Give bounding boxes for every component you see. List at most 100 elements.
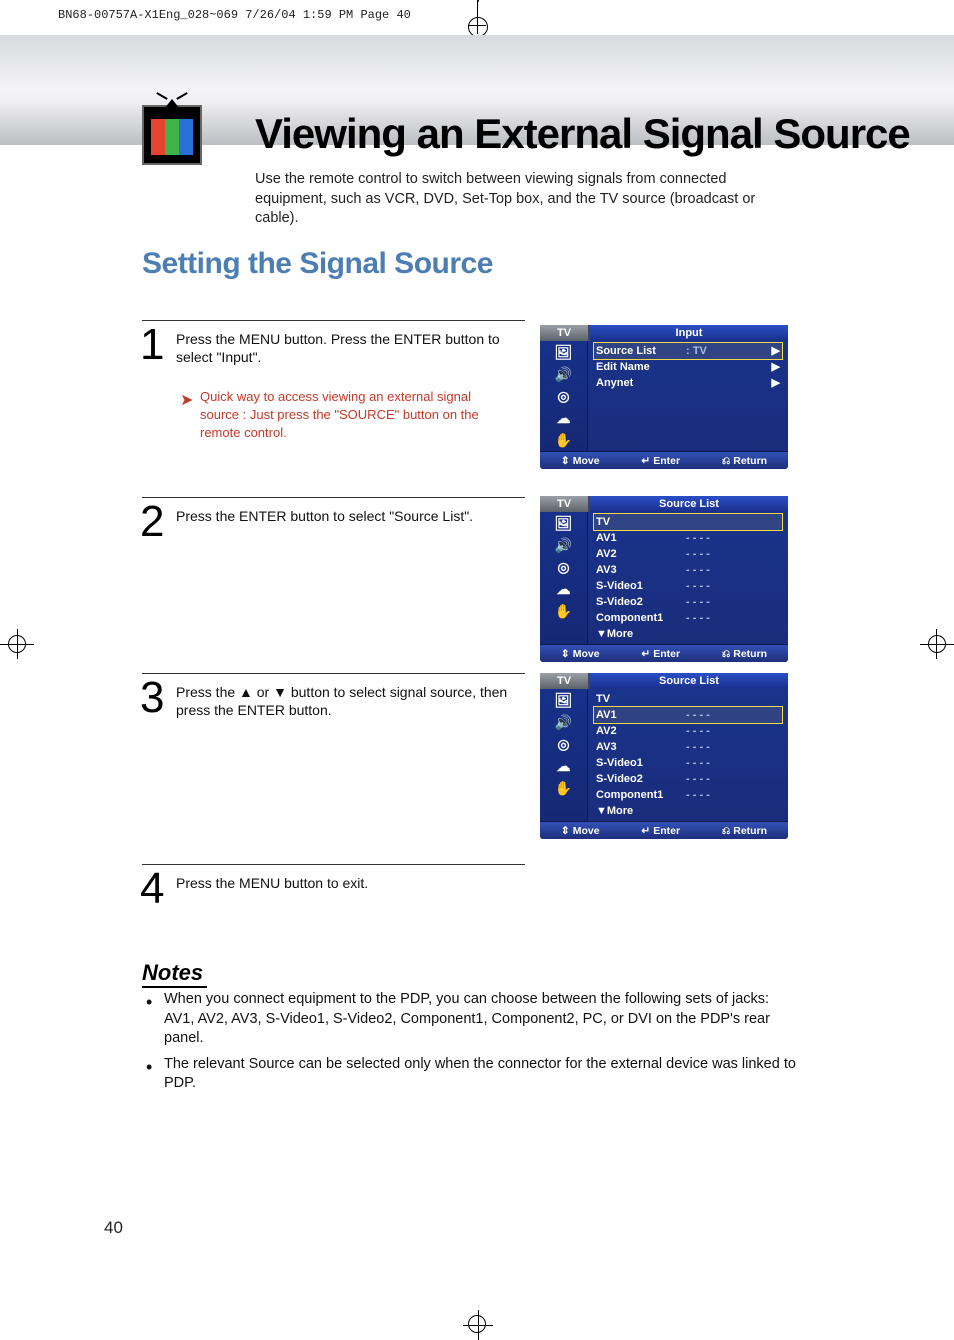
- osd-row: S-Video2- - - -: [594, 771, 782, 787]
- cropmark-bottom: [468, 1315, 486, 1333]
- osd-menu-sourcelist-selected: TV Source List 🖼 🔊 ◎ ☁ ✋ TVAV1- - - -AV2…: [540, 673, 788, 839]
- osd-row-label: ▼More: [596, 626, 686, 642]
- osd-row-value: - - - -: [686, 707, 780, 723]
- sidebar-icon-sound: 🔊: [540, 363, 587, 385]
- osd-footer: Move Enter Return: [540, 451, 788, 469]
- osd-sidebar: 🖼 🔊 ◎ ☁ ✋: [540, 689, 588, 821]
- osd-row-value: - - - -: [686, 723, 780, 739]
- step-4: 4 Press the MENU button to exit.: [142, 864, 792, 868]
- osd-row-value: [686, 803, 780, 819]
- osd-row-label: S-Video2: [596, 594, 686, 610]
- tv-icon: [142, 105, 202, 165]
- osd-row: Edit Name ▶: [594, 359, 782, 375]
- step-text: Press the ▲ or ▼ button to select signal…: [176, 683, 511, 719]
- step-number: 4: [140, 864, 164, 914]
- osd-row-value: - - - -: [686, 739, 780, 755]
- footer-move: Move: [561, 452, 600, 469]
- osd-row: AV2- - - -: [594, 546, 782, 562]
- osd-row: TV: [594, 514, 782, 530]
- step-1: 1 Press the MENU button. Press the ENTER…: [142, 320, 792, 324]
- osd-row: Component1- - - -: [594, 787, 782, 803]
- step-number: 3: [140, 673, 164, 723]
- osd-sidebar: 🖼 🔊 ◎ ☁ ✋: [540, 512, 588, 644]
- sidebar-icon-input: ✋: [540, 429, 587, 451]
- osd-row-label: TV: [596, 691, 686, 707]
- step-note: Quick way to access viewing an external …: [200, 388, 510, 443]
- cropmark-top-cross: [468, 25, 486, 26]
- sidebar-icon-channel: ◎: [540, 385, 587, 407]
- osd-row-value: - - - -: [686, 578, 780, 594]
- step-text: Press the MENU button. Press the ENTER b…: [176, 330, 511, 366]
- osd-row-value: - - - -: [686, 594, 780, 610]
- osd-row: ▼More: [594, 803, 782, 819]
- section-title: Setting the Signal Source: [142, 247, 493, 281]
- cropmark-top: [477, 0, 478, 34]
- osd-row: S-Video1- - - -: [594, 578, 782, 594]
- osd-title: Source List: [588, 673, 788, 689]
- osd-row-label: AV3: [596, 562, 686, 578]
- sidebar-icon-channel: ◎: [540, 556, 587, 578]
- osd-row: Source List: TV▶: [594, 343, 782, 359]
- osd-tab-tv: TV: [540, 673, 588, 689]
- osd-row-label: Component1: [596, 610, 686, 626]
- osd-row-value: [686, 626, 780, 642]
- osd-list: Source List: TV▶Edit Name▶Anynet▶: [588, 341, 788, 451]
- osd-tab-tv: TV: [540, 496, 588, 512]
- arrow-right-icon: ▶: [768, 343, 780, 359]
- footer-return: Return: [722, 645, 767, 662]
- osd-footer: Move Enter Return: [540, 821, 788, 839]
- sidebar-icon-picture: 🖼: [540, 341, 587, 363]
- note-item: When you connect equipment to the PDP, y…: [142, 990, 797, 1049]
- footer-move: Move: [561, 645, 600, 662]
- osd-row-label: S-Video1: [596, 755, 686, 771]
- page-title: Viewing an External Signal Source: [255, 110, 910, 158]
- sidebar-icon-setup: ☁: [540, 755, 587, 777]
- footer-return: Return: [722, 822, 767, 839]
- osd-row: AV2- - - -: [594, 723, 782, 739]
- osd-row-label: ▼More: [596, 803, 686, 819]
- osd-row: Component1- - - -: [594, 610, 782, 626]
- osd-row-label: Edit Name: [596, 359, 686, 375]
- osd-row-label: AV1: [596, 530, 686, 546]
- step-text: Press the MENU button to exit.: [176, 874, 511, 892]
- notes-heading: Notes: [142, 960, 207, 988]
- osd-row-value: - - - -: [686, 787, 780, 803]
- osd-row: AV1- - - -: [594, 530, 782, 546]
- osd-row-value: - - - -: [686, 530, 780, 546]
- osd-row-label: AV2: [596, 546, 686, 562]
- footer-enter: Enter: [641, 452, 680, 469]
- osd-row-value: - - - -: [686, 771, 780, 787]
- osd-footer: Move Enter Return: [540, 644, 788, 662]
- osd-row-label: AV2: [596, 723, 686, 739]
- sidebar-icon-sound: 🔊: [540, 711, 587, 733]
- intro-paragraph: Use the remote control to switch between…: [255, 170, 800, 229]
- osd-row-value: : TV: [686, 343, 768, 359]
- osd-row-label: Component1: [596, 787, 686, 803]
- osd-list: TVAV1- - - -AV2- - - -AV3- - - -S-Video1…: [588, 689, 788, 821]
- note-item: The relevant Source can be selected only…: [142, 1055, 797, 1094]
- osd-row-label: S-Video2: [596, 771, 686, 787]
- step-number: 1: [140, 320, 164, 370]
- osd-row: ▼More: [594, 626, 782, 642]
- osd-row-value: [686, 359, 768, 375]
- footer-enter: Enter: [641, 822, 680, 839]
- arrow-right-icon: ▶: [768, 359, 780, 375]
- sidebar-icon-setup: ☁: [540, 578, 587, 600]
- osd-row-value: [686, 375, 768, 391]
- sidebar-icon-picture: 🖼: [540, 689, 587, 711]
- step-text: Press the ENTER button to select "Source…: [176, 507, 511, 525]
- osd-row: AV3- - - -: [594, 562, 782, 578]
- osd-row: Anynet▶: [594, 375, 782, 391]
- osd-row: S-Video2- - - -: [594, 594, 782, 610]
- notes-list: When you connect equipment to the PDP, y…: [142, 990, 797, 1100]
- osd-title: Input: [588, 325, 788, 341]
- page-number: 40: [104, 1218, 123, 1238]
- osd-row: AV1- - - -: [594, 707, 782, 723]
- sidebar-icon-setup: ☁: [540, 407, 587, 429]
- osd-row-label: AV3: [596, 739, 686, 755]
- osd-row-label: Source List: [596, 343, 686, 359]
- osd-menu-input: TV Input 🖼 🔊 ◎ ☁ ✋ Source List: TV▶Edit …: [540, 325, 788, 469]
- sidebar-icon-input: ✋: [540, 600, 587, 622]
- osd-row-value: [686, 514, 780, 530]
- osd-title: Source List: [588, 496, 788, 512]
